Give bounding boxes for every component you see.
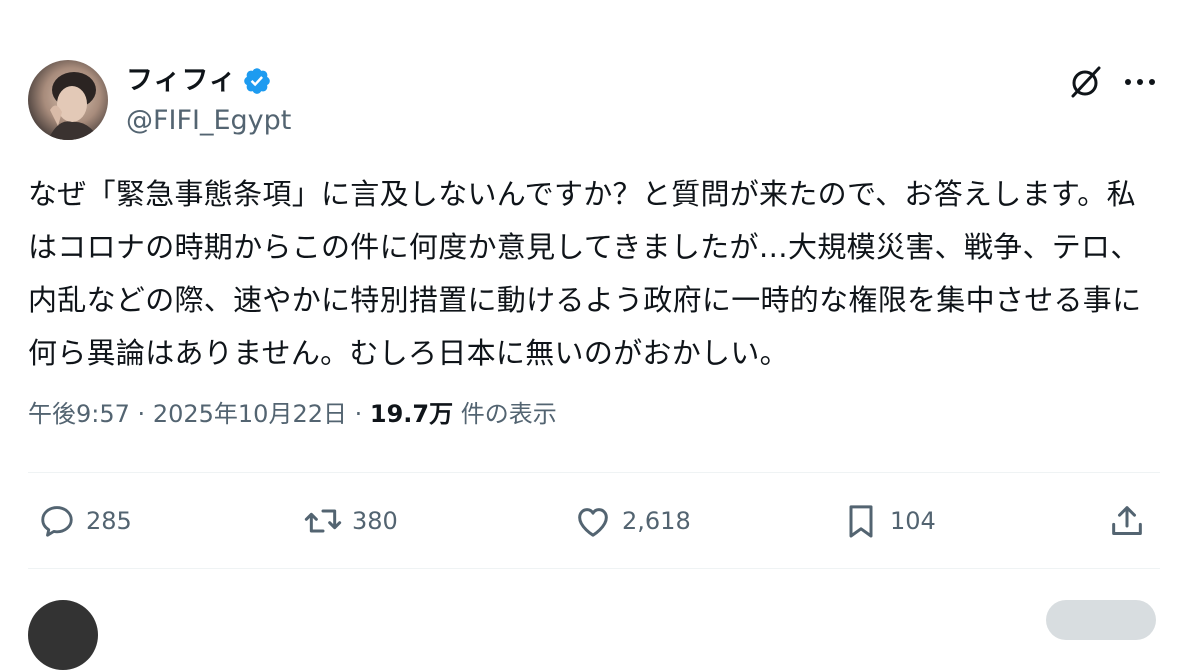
avatar[interactable] (28, 60, 108, 140)
more-options-button[interactable] (1120, 62, 1160, 102)
reply-button[interactable]: 285 (36, 500, 132, 542)
share-icon (1106, 500, 1148, 542)
share-button[interactable] (1106, 500, 1148, 542)
like-count: 2,618 (622, 507, 691, 535)
meta-separator: · (137, 400, 146, 428)
avatar-photo (48, 72, 100, 140)
tweet-card: フィフィ @FIFI_Egypt なぜ「緊急事態条項」に言及しないんですか？と質… (0, 0, 1192, 670)
meta-separator: · (354, 400, 363, 428)
retweet-count: 380 (352, 507, 398, 535)
tweet-text: なぜ「緊急事態条項」に言及しないんですか？と質問が来たので、お答えします。私はコ… (28, 177, 1142, 370)
retweet-icon (302, 500, 344, 542)
like-button[interactable]: 2,618 (572, 500, 691, 542)
display-name[interactable]: フィフィ (126, 64, 237, 98)
more-icon (1125, 79, 1155, 85)
bookmark-button[interactable]: 104 (840, 500, 936, 542)
tweet-meta: 午後9:57 · 2025年10月22日 · 19.7万 件の表示 (28, 396, 557, 432)
verified-badge-icon[interactable] (242, 66, 272, 96)
retweet-button[interactable]: 380 (302, 500, 398, 542)
heart-icon (572, 500, 614, 542)
tweet-date[interactable]: 2025年10月22日 (153, 400, 347, 428)
next-avatar[interactable] (28, 600, 98, 670)
bookmark-icon (840, 500, 882, 542)
grok-button[interactable] (1066, 62, 1106, 102)
reply-count: 285 (86, 507, 132, 535)
divider (28, 472, 1160, 473)
reply-icon (36, 500, 78, 542)
grok-icon (1071, 66, 1101, 98)
bookmark-count: 104 (890, 507, 936, 535)
views-label: 件の表示 (460, 400, 557, 428)
tweet-time[interactable]: 午後9:57 (28, 400, 130, 428)
next-follow-button[interactable] (1046, 600, 1156, 640)
user-handle[interactable]: @FIFI_Egypt (126, 104, 291, 138)
views-count: 19.7万 (369, 400, 454, 428)
divider (28, 568, 1160, 569)
